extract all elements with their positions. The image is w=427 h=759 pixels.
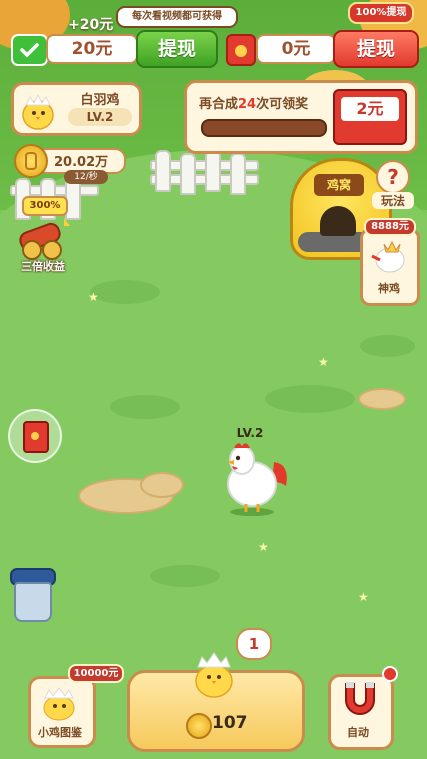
album-label: 小鸡图鉴 (38, 726, 82, 739)
god-chicken-badge: 8888元 (364, 218, 416, 236)
auto-notice-dot (382, 666, 398, 682)
cannon-icon (19, 218, 70, 260)
house-door (320, 206, 356, 236)
auto-merge-button[interactable]: 自动 (328, 666, 398, 750)
triple-income-button[interactable]: 300% 三倍收益 (8, 196, 78, 276)
sparkle: ★ (358, 590, 369, 604)
reward-redpacket-button[interactable]: 2元 (333, 89, 407, 145)
house-sign: 鸡窝 (314, 174, 364, 196)
buy-count-bubble: 1 (236, 628, 272, 660)
buy-price: 107 (212, 713, 248, 733)
white-chicken-icon (227, 443, 287, 516)
chick-album-icon (43, 687, 75, 721)
coin-total: 20.02万 (54, 155, 109, 170)
album-button[interactable]: 10000元 小鸡图鉴 (26, 664, 124, 748)
coin-icon (14, 144, 48, 178)
question-icon: ? (376, 160, 410, 194)
field-chicken[interactable]: LV.2 (216, 426, 296, 516)
grass-patch (110, 395, 180, 419)
magnet-icon (345, 682, 375, 715)
storage-jar-button[interactable] (10, 568, 56, 622)
help-label: 玩法 (372, 192, 414, 209)
jar-body (14, 582, 52, 622)
coin-rate: 12/秒 (64, 170, 108, 184)
fence-post (230, 153, 246, 195)
buy-coin-icon (186, 713, 212, 739)
triple-label: 三倍收益 (21, 260, 65, 273)
wechat-balance: 20元 (46, 34, 138, 64)
merge-progress-bar (201, 119, 327, 137)
chick-avatar-icon (22, 93, 54, 130)
fence-post (180, 153, 196, 195)
grass-patch (90, 280, 160, 304)
grass-patch (150, 565, 220, 587)
field-chicken-level: LV.2 (236, 426, 264, 440)
coin-total-box: 20.02万 12/秒 (14, 142, 126, 184)
merge-reward-prefix: 再合成 (199, 97, 239, 112)
merge-reward-panel: 再合成24次可领奖 2元 (184, 80, 418, 154)
withdraw-wechat-button[interactable]: 提现 (136, 30, 218, 68)
wechat-icon (11, 34, 48, 66)
buy-chick-icon (195, 652, 233, 698)
album-badge: 10000元 (68, 664, 124, 683)
breed-level: LV.2 (68, 108, 132, 126)
red-packet-balance: 0元 (256, 34, 336, 64)
badge-100-percent: 100%提现 (348, 2, 414, 24)
merge-reward-text: 再合成24次可领奖 (199, 93, 308, 112)
breed-name: 白羽鸡 (80, 93, 120, 108)
grass-patch (360, 335, 415, 357)
reward-amount: 2元 (341, 97, 399, 121)
fence-post (205, 150, 221, 192)
breed-card[interactable]: 白羽鸡 LV.2 (11, 82, 142, 136)
merge-reward-count: 24 (238, 97, 257, 112)
fence-post (155, 150, 171, 192)
sparkle: ★ (318, 355, 329, 369)
buy-chicken-button[interactable]: 107 (127, 652, 305, 752)
sparkle: ★ (258, 540, 269, 554)
god-chicken-icon (371, 240, 405, 273)
red-envelope-icon (23, 421, 49, 453)
red-packet-icon (226, 34, 256, 66)
help-button[interactable]: ? 玩法 (372, 160, 414, 210)
withdraw-redpacket-button[interactable]: 提现 (333, 30, 419, 68)
god-chicken-button[interactable]: 8888元 神鸡 (360, 218, 420, 306)
auto-label: 自动 (347, 726, 369, 739)
floating-redpacket-button[interactable] (8, 409, 62, 463)
grass-patch (265, 385, 355, 413)
god-chicken-label: 神鸡 (378, 282, 400, 295)
merge-reward-suffix: 次可领奖 (256, 97, 309, 112)
dirt-patch (358, 388, 406, 410)
video-notice: 每次看视频都可获得 (116, 6, 238, 28)
sparkle: ★ (88, 290, 99, 304)
dirt-patch (140, 472, 184, 498)
bonus-text: +20元 (68, 17, 114, 33)
